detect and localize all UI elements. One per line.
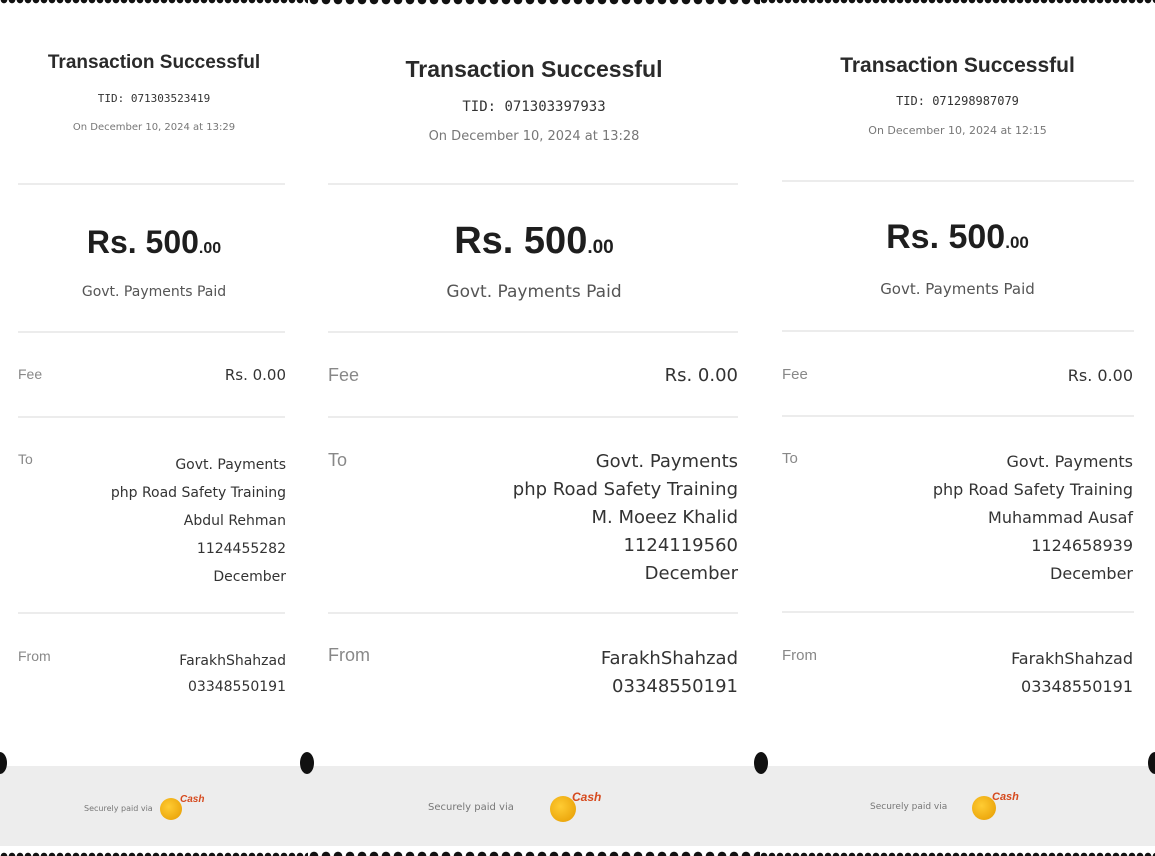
receipt-title: Transaction Successful bbox=[47, 52, 261, 73]
from-line: FarakhShahzad bbox=[179, 653, 286, 669]
fee-label: Fee bbox=[328, 365, 360, 385]
to-line: December bbox=[213, 569, 286, 585]
from-label: From bbox=[18, 648, 51, 664]
to-line: December bbox=[1050, 564, 1133, 583]
receipt-title: Transaction Successful bbox=[840, 54, 1075, 77]
fee-value: Rs. 0.00 bbox=[664, 365, 738, 386]
amount: Rs. 500.00 bbox=[86, 224, 222, 260]
from-line: FarakhShahzad bbox=[600, 648, 738, 669]
receipt-title: Transaction Successful bbox=[405, 56, 663, 82]
to-line: Govt. Payments bbox=[595, 451, 738, 472]
receipt-top-edge bbox=[0, 0, 308, 10]
receipt-bottom-edge bbox=[760, 846, 1155, 856]
divider bbox=[328, 183, 738, 185]
receipt-footer: Securely paid via Cash bbox=[760, 766, 1155, 846]
to-line: Govt. Payments bbox=[1006, 452, 1133, 471]
transaction-date: On December 10, 2024 at 13:29 bbox=[72, 122, 236, 133]
divider bbox=[328, 331, 738, 333]
to-line: php Road Safety Training bbox=[512, 479, 738, 500]
fee-value: Rs. 0.00 bbox=[1067, 366, 1133, 385]
receipt-top-edge bbox=[760, 0, 1155, 10]
divider bbox=[18, 612, 285, 614]
amount-label: Govt. Payments Paid bbox=[880, 280, 1035, 298]
amount-label: Govt. Payments Paid bbox=[81, 284, 227, 300]
jazzcash-logo-icon bbox=[160, 798, 182, 820]
to-line: M. Moeez Khalid bbox=[591, 507, 738, 528]
receipt-2: Transaction Successful TID: 071303397933… bbox=[308, 0, 760, 856]
to-line: php Road Safety Training bbox=[932, 480, 1133, 499]
from-label: From bbox=[328, 645, 370, 665]
receipt-header: Transaction Successful TID: 071303523419… bbox=[0, 52, 308, 133]
fee-label: Fee bbox=[18, 366, 43, 382]
receipt-bottom-edge bbox=[0, 846, 308, 856]
logo-text: Cash bbox=[180, 794, 205, 805]
receipt-1: Transaction Successful TID: 071303523419… bbox=[0, 0, 308, 856]
from-label: From bbox=[782, 647, 817, 664]
divider bbox=[328, 416, 738, 418]
divider bbox=[782, 415, 1134, 417]
logo-text: Cash bbox=[572, 790, 602, 804]
fee-value: Rs. 0.00 bbox=[224, 366, 286, 384]
to-line: 1124658939 bbox=[1031, 536, 1133, 555]
divider bbox=[782, 180, 1134, 182]
receipt-footer: Securely paid via Cash bbox=[0, 766, 308, 846]
divider bbox=[18, 416, 285, 418]
from-details: FarakhShahzad 03348550191 bbox=[601, 645, 738, 701]
transaction-date: On December 10, 2024 at 13:28 bbox=[428, 129, 640, 144]
receipt-header: Transaction Successful TID: 071298987079… bbox=[760, 54, 1155, 137]
transaction-id: TID: 071298987079 bbox=[896, 94, 1019, 108]
to-label: To bbox=[18, 451, 33, 467]
divider bbox=[18, 183, 285, 185]
from-line: 03348550191 bbox=[188, 679, 286, 695]
to-details: Govt. Payments php Road Safety Training … bbox=[111, 451, 286, 591]
from-line: FarakhShahzad bbox=[1011, 649, 1133, 668]
divider bbox=[328, 612, 738, 614]
receipt-bottom-edge bbox=[308, 846, 760, 856]
divider bbox=[782, 330, 1134, 332]
transaction-id: TID: 071303523419 bbox=[97, 92, 211, 105]
logo-text: Cash bbox=[992, 791, 1019, 803]
secure-text: Securely paid via bbox=[870, 802, 948, 812]
to-line: December bbox=[644, 563, 738, 584]
amount: Rs. 500.00 bbox=[886, 218, 1029, 256]
receipt-notch bbox=[754, 752, 768, 774]
receipt-notch bbox=[300, 752, 314, 774]
to-line: Govt. Payments bbox=[175, 457, 286, 473]
divider bbox=[782, 611, 1134, 613]
to-line: Muhammad Ausaf bbox=[988, 508, 1133, 527]
secure-text: Securely paid via bbox=[84, 804, 153, 813]
fee-label: Fee bbox=[782, 366, 808, 383]
to-line: php Road Safety Training bbox=[110, 485, 286, 501]
transaction-date: On December 10, 2024 at 12:15 bbox=[868, 124, 1047, 137]
receipt-header: Transaction Successful TID: 071303397933… bbox=[308, 56, 760, 144]
to-line: 1124119560 bbox=[623, 535, 738, 556]
to-details: Govt. Payments php Road Safety Training … bbox=[933, 448, 1133, 588]
receipt-notch bbox=[1148, 752, 1155, 774]
divider bbox=[18, 331, 285, 333]
receipt-top-edge bbox=[308, 0, 760, 10]
from-details: FarakhShahzad 03348550191 bbox=[1011, 645, 1133, 701]
amount: Rs. 500.00 bbox=[454, 220, 614, 262]
to-label: To bbox=[782, 450, 798, 467]
from-line: 03348550191 bbox=[1021, 677, 1133, 696]
to-label: To bbox=[328, 450, 348, 470]
to-line: 1124455282 bbox=[196, 541, 286, 557]
receipt-3: Transaction Successful TID: 071298987079… bbox=[760, 0, 1155, 856]
from-line: 03348550191 bbox=[612, 676, 738, 697]
receipt-footer: Securely paid via Cash bbox=[308, 766, 760, 846]
amount-label: Govt. Payments Paid bbox=[446, 282, 622, 302]
secure-text: Securely paid via bbox=[428, 802, 514, 813]
to-details: Govt. Payments php Road Safety Training … bbox=[513, 448, 738, 588]
transaction-id: TID: 071303397933 bbox=[462, 99, 606, 115]
from-details: FarakhShahzad 03348550191 bbox=[179, 648, 286, 700]
to-line: Abdul Rehman bbox=[183, 513, 286, 529]
